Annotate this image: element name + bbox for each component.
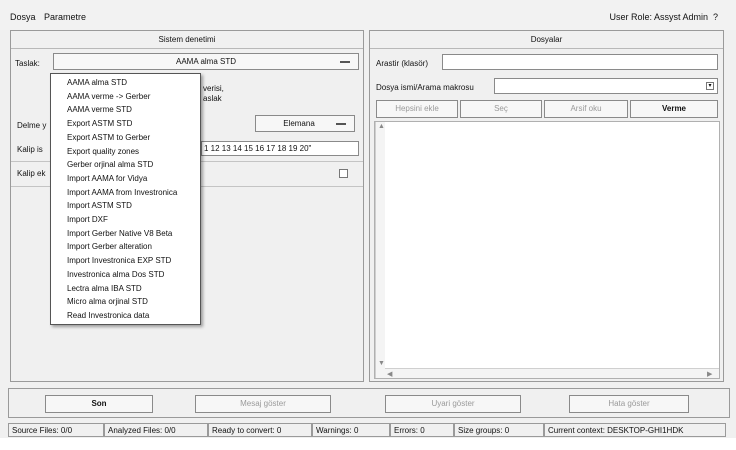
dosya-label: Dosya ismi/Arama makrosu: [376, 83, 474, 92]
dropdown-item[interactable]: Import Investronica EXP STD: [67, 256, 171, 265]
dropdown-item[interactable]: Micro alma orjinal STD: [67, 297, 148, 306]
dropdown-item[interactable]: Import AAMA from Investronica: [67, 188, 177, 197]
bottom-button-bar: Son Mesaj göster Uyari göster Hata göste…: [8, 388, 730, 418]
file-list[interactable]: ▲ ▼ ◀ ▶: [374, 121, 720, 379]
taslak-label: Taslak:: [15, 59, 40, 68]
dropdown-item[interactable]: Import AAMA for Vidya: [67, 174, 147, 183]
info-text-1: verisi,: [203, 84, 224, 93]
status-warnings: Warnings: 0: [312, 423, 390, 437]
scroll-left-icon[interactable]: ◀: [387, 370, 392, 378]
scroll-right-icon[interactable]: ▶: [707, 370, 712, 378]
status-analyzed-files: Analyzed Files: 0/0: [104, 423, 208, 437]
kalip-ek-checkbox[interactable]: [339, 169, 348, 178]
kalip-ek-label: Kalip ek: [17, 169, 46, 178]
bottom-margin: [0, 438, 736, 450]
dropdown-item[interactable]: Read Investronica data: [67, 311, 149, 320]
dropdown-item[interactable]: Import ASTM STD: [67, 201, 132, 210]
son-button[interactable]: Son: [45, 395, 153, 413]
vertical-scrollbar[interactable]: ▲ ▼: [375, 122, 385, 378]
status-ready-to-convert: Ready to convert: 0: [208, 423, 312, 437]
dropdown-item[interactable]: Lectra alma IBA STD: [67, 284, 142, 293]
scroll-up-icon[interactable]: ▲: [378, 123, 385, 130]
taslak-dropdown-list: AAMA alma STD AAMA verme -> Gerber AAMA …: [50, 73, 201, 325]
menubar: Dosya Parametre User Role: Assyst Admin …: [0, 0, 736, 30]
dropdown-item[interactable]: AAMA alma STD: [67, 78, 127, 87]
verme-button[interactable]: Verme: [630, 100, 718, 118]
chevron-down-icon[interactable]: ▾: [706, 82, 714, 90]
kalip-value: 1 12 13 14 15 16 17 18 19 20": [204, 144, 312, 153]
menu-parametre[interactable]: Parametre: [44, 12, 86, 22]
status-current-context: Current context: DESKTOP-GHI1HDK: [544, 423, 726, 437]
arastir-input[interactable]: [442, 54, 718, 70]
delme-label: Delme y: [17, 121, 47, 130]
status-size-groups: Size groups: 0: [454, 423, 544, 437]
panel-title-dosyalar: Dosyalar: [370, 31, 723, 49]
info-text-2: aslak: [203, 94, 222, 103]
scroll-down-icon[interactable]: ▼: [378, 360, 385, 367]
panel-title-sistem: Sistem denetimi: [11, 31, 363, 49]
hepsini-ekle-button[interactable]: Hepsini ekle: [376, 100, 458, 118]
status-bar: Source Files: 0/0 Analyzed Files: 0/0 Re…: [0, 422, 736, 438]
arsif-oku-button[interactable]: Arsif oku: [544, 100, 628, 118]
help-menu[interactable]: ?: [713, 12, 718, 22]
sec-button[interactable]: Seç: [460, 100, 542, 118]
dropdown-item[interactable]: Import DXF: [67, 215, 108, 224]
dropdown-item[interactable]: Export ASTM to Gerber: [67, 133, 150, 142]
combo-arrow-icon: [336, 122, 346, 125]
dosya-combobox[interactable]: ▾: [494, 78, 718, 94]
dropdown-item[interactable]: Export quality zones: [67, 147, 139, 156]
horizontal-scrollbar[interactable]: ◀ ▶: [385, 368, 719, 378]
elemana-combobox[interactable]: Elemana: [255, 115, 355, 132]
uyari-goster-button[interactable]: Uyari göster: [385, 395, 521, 413]
user-role-label: User Role: Assyst Admin: [609, 12, 708, 22]
dropdown-item[interactable]: Investronica alma Dos STD: [67, 270, 164, 279]
hata-goster-button[interactable]: Hata göster: [569, 395, 689, 413]
combo-arrow-icon: [340, 60, 350, 63]
kalip-input[interactable]: 1 12 13 14 15 16 17 18 19 20": [201, 141, 359, 156]
status-errors: Errors: 0: [390, 423, 454, 437]
dropdown-item[interactable]: Gerber orjinal alma STD: [67, 160, 153, 169]
dropdown-item[interactable]: AAMA verme STD: [67, 105, 132, 114]
status-source-files: Source Files: 0/0: [8, 423, 104, 437]
taslak-value: AAMA alma STD: [175, 57, 236, 66]
mesaj-goster-button[interactable]: Mesaj göster: [195, 395, 331, 413]
dropdown-item[interactable]: Import Gerber alteration: [67, 242, 152, 251]
dropdown-item[interactable]: Import Gerber Native V8 Beta: [67, 229, 172, 238]
dropdown-item[interactable]: AAMA verme -> Gerber: [67, 92, 150, 101]
kalip-label: Kalip is: [17, 145, 43, 154]
elemana-value: Elemana: [283, 119, 315, 128]
taslak-combobox[interactable]: AAMA alma STD: [53, 53, 359, 70]
menu-dosya[interactable]: Dosya: [10, 12, 36, 22]
dosyalar-panel: Dosyalar Arastir (klasör) Dosya ismi/Ara…: [369, 30, 724, 382]
dropdown-item[interactable]: Export ASTM STD: [67, 119, 132, 128]
arastir-label: Arastir (klasör): [376, 59, 429, 68]
